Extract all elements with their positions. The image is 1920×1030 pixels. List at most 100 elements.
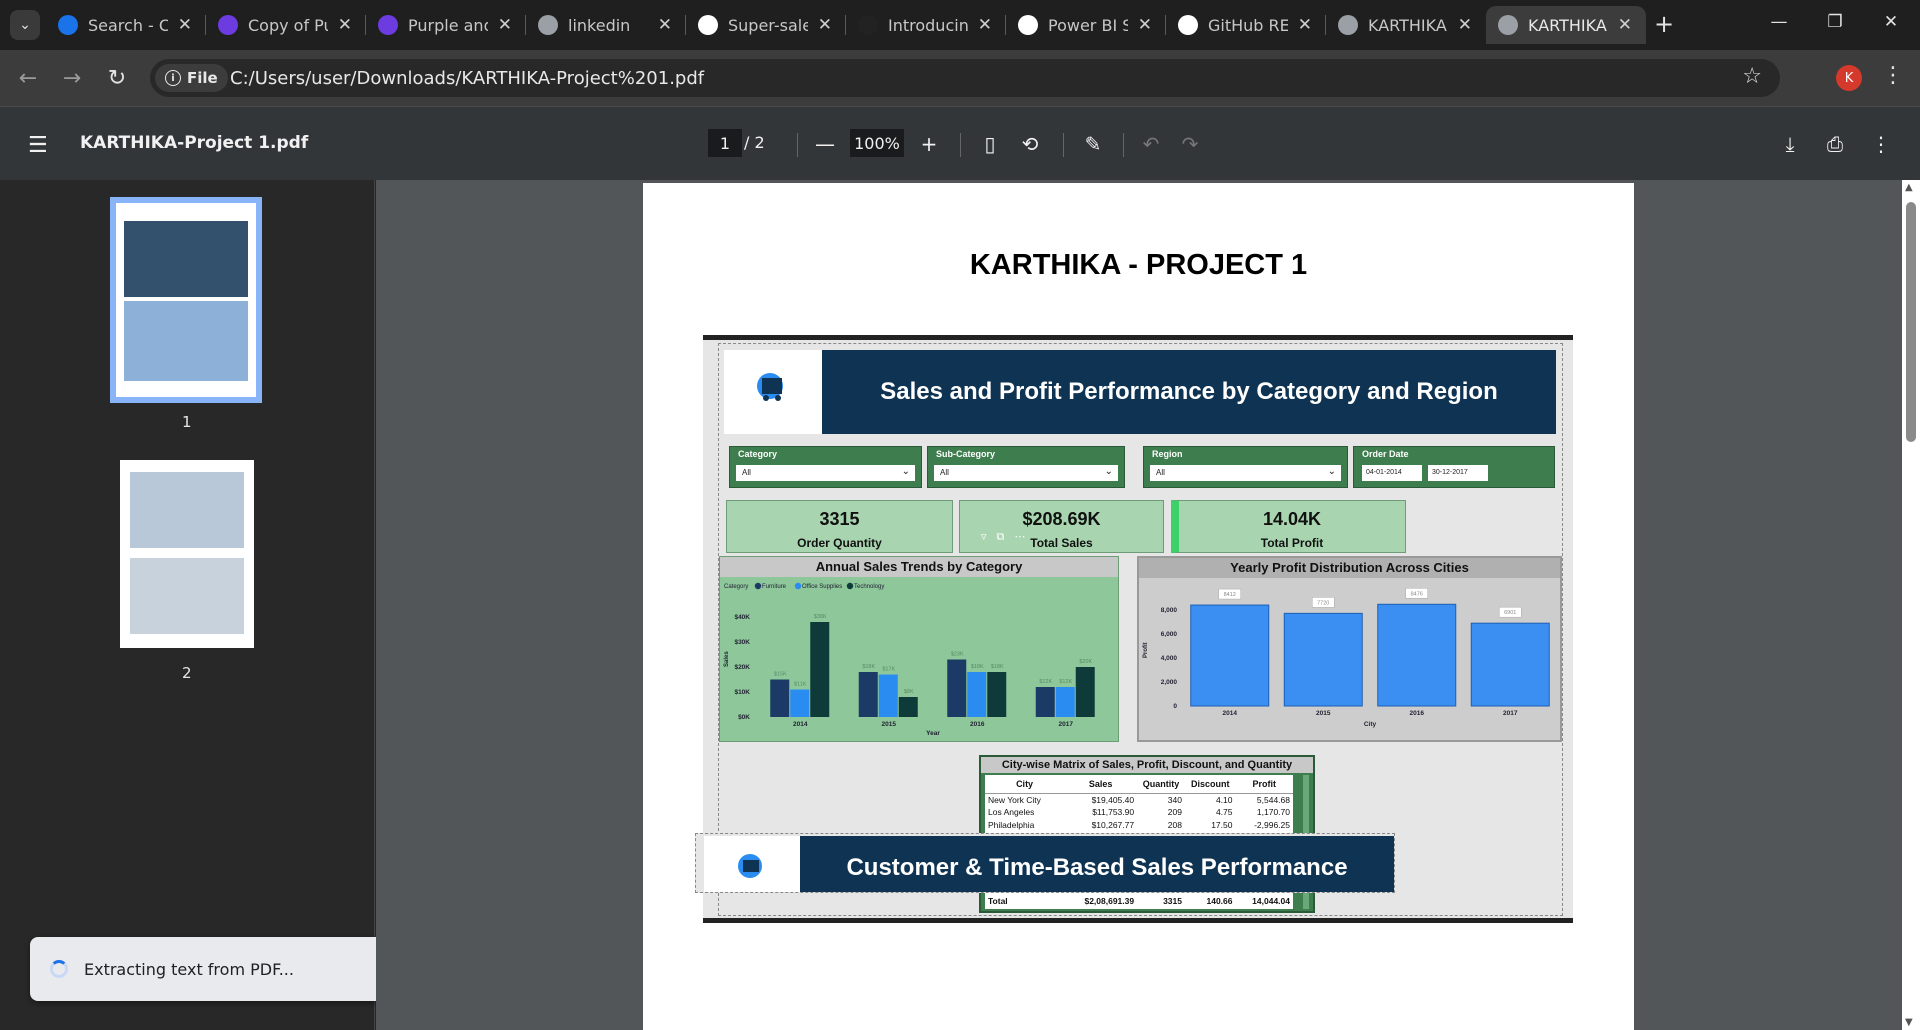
tab-6[interactable]: Power BI S ✕ bbox=[1006, 6, 1166, 44]
print-icon: ⎙ bbox=[1827, 132, 1843, 156]
tab-9[interactable]: KARTHIKA ✕ bbox=[1486, 6, 1646, 44]
rotate-button[interactable]: ⟲ bbox=[1015, 129, 1045, 159]
table-cell: New York City bbox=[988, 795, 1041, 806]
back-button[interactable]: ← bbox=[12, 62, 44, 94]
viewer-scrollbar[interactable]: ▲ ▼ bbox=[1902, 180, 1920, 1030]
tab-4[interactable]: Super-sale ✕ bbox=[686, 6, 846, 44]
scroll-down-icon[interactable]: ▼ bbox=[1905, 1017, 1913, 1028]
dashboard-header: Sales and Profit Performance by Category… bbox=[822, 350, 1556, 434]
tab-title: Power BI S bbox=[1048, 15, 1128, 35]
tab-8[interactable]: KARTHIKA ✕ bbox=[1326, 6, 1486, 44]
close-tab-icon[interactable]: ✕ bbox=[1298, 15, 1312, 35]
table-cell: $11,753.90 bbox=[1092, 807, 1135, 818]
y-tick-label: $30K bbox=[734, 639, 750, 646]
globe-icon bbox=[1338, 15, 1358, 35]
slicer-dropdown[interactable]: All ⌄ bbox=[934, 465, 1118, 481]
more-actions-button[interactable]: ⋮ bbox=[1866, 129, 1896, 159]
tab-0[interactable]: Search - C ✕ bbox=[46, 6, 206, 44]
column-header[interactable]: City bbox=[985, 775, 1065, 795]
address-bar[interactable]: i File C:/Users/user/Downloads/KARTHIKA-P… bbox=[150, 59, 1780, 97]
slicer-sub-category[interactable]: Sub-Category All ⌄ bbox=[927, 446, 1125, 488]
close-tab-icon[interactable]: ✕ bbox=[338, 15, 352, 35]
column-header[interactable]: Discount bbox=[1184, 775, 1236, 795]
fit-page-button[interactable]: ▯ bbox=[975, 129, 1005, 159]
data-label: $15K bbox=[774, 672, 787, 678]
tab-1[interactable]: Copy of Pu ✕ bbox=[206, 6, 366, 44]
slicer-dropdown[interactable]: All ⌄ bbox=[1150, 465, 1341, 481]
slicer-dropdown[interactable]: All ⌄ bbox=[736, 465, 915, 481]
sidebar-menu-icon[interactable]: ☰ bbox=[28, 133, 48, 158]
pdf-page: KARTHIKA - PROJECT 1 Sales and Profit Pe… bbox=[643, 183, 1634, 1030]
slicer-label: Order Date bbox=[1362, 449, 1409, 459]
new-tab-button[interactable]: + bbox=[1649, 8, 1679, 40]
table-cell: 4.75 bbox=[1215, 807, 1233, 818]
print-button[interactable]: ⎙ bbox=[1820, 129, 1850, 159]
table-cell: Total bbox=[985, 891, 1065, 909]
scroll-up-icon[interactable]: ▲ bbox=[1905, 182, 1913, 193]
data-label: 7720 bbox=[1317, 600, 1329, 606]
scroll-thumb[interactable] bbox=[1906, 202, 1916, 442]
tab-7[interactable]: GitHub RE ✕ bbox=[1166, 6, 1326, 44]
legend-label: Furniture bbox=[762, 584, 787, 590]
date-to-input[interactable]: 30-12-2017 bbox=[1428, 465, 1488, 481]
close-tab-icon[interactable]: ✕ bbox=[1618, 15, 1632, 35]
tab-3[interactable]: linkedin ✕ bbox=[526, 6, 686, 44]
slicer-category[interactable]: Category All ⌄ bbox=[729, 446, 922, 488]
data-label: $17K bbox=[882, 667, 895, 673]
close-tab-icon[interactable]: ✕ bbox=[178, 15, 192, 35]
column-header[interactable]: Quantity bbox=[1137, 775, 1185, 795]
close-tab-icon[interactable]: ✕ bbox=[1458, 15, 1472, 35]
slicer-region[interactable]: Region All ⌄ bbox=[1143, 446, 1348, 488]
page-number-input[interactable]: 1 bbox=[708, 129, 742, 157]
url-text[interactable]: C:/Users/user/Downloads/KARTHIKA-Project… bbox=[230, 68, 704, 89]
browser-menu-icon[interactable]: ⋮ bbox=[1882, 63, 1904, 88]
column-header[interactable]: Profit bbox=[1235, 775, 1293, 795]
close-tab-icon[interactable]: ✕ bbox=[818, 15, 832, 35]
close-window-button[interactable]: ✕ bbox=[1863, 0, 1919, 44]
slicer-value: All bbox=[940, 468, 949, 477]
page-thumbnail-1[interactable] bbox=[110, 197, 262, 403]
page-thumbnail-2[interactable] bbox=[120, 460, 254, 648]
tab-2[interactable]: Purple and ✕ bbox=[366, 6, 526, 44]
y-tick-label: $40K bbox=[734, 614, 750, 621]
profile-avatar[interactable]: K bbox=[1836, 65, 1862, 91]
legend-title: Category bbox=[724, 584, 748, 590]
filter-icon[interactable]: ▿ bbox=[981, 530, 987, 544]
chevron-down-icon: ⌄ bbox=[1104, 466, 1113, 477]
close-tab-icon[interactable]: ✕ bbox=[498, 15, 512, 35]
download-button[interactable]: ⤓ bbox=[1775, 129, 1805, 159]
forward-button[interactable]: → bbox=[56, 62, 88, 94]
zoom-level-input[interactable]: 100% bbox=[850, 129, 904, 157]
more-options-icon[interactable]: ⋯ bbox=[1014, 530, 1025, 544]
reload-button[interactable]: ↻ bbox=[101, 62, 133, 94]
date-from-input[interactable]: 04-01-2014 bbox=[1362, 465, 1422, 481]
pdf-viewer[interactable]: KARTHIKA - PROJECT 1 Sales and Profit Pe… bbox=[376, 180, 1920, 1030]
canva-icon bbox=[218, 15, 238, 35]
redo-button[interactable]: ↷ bbox=[1175, 129, 1205, 159]
slicer-order-date[interactable]: Order Date 04-01-2014 30-12-2017 bbox=[1353, 446, 1555, 488]
site-info-chip[interactable]: i File bbox=[155, 64, 228, 92]
kpi-label: Total Profit bbox=[1260, 536, 1324, 550]
close-tab-icon[interactable]: ✕ bbox=[658, 15, 672, 35]
minimize-button[interactable]: — bbox=[1751, 0, 1807, 44]
restore-button[interactable]: ❐ bbox=[1807, 0, 1863, 44]
document-title: KARTHIKA - PROJECT 1 bbox=[969, 249, 1308, 281]
zoom-in-button[interactable]: + bbox=[914, 129, 944, 159]
kpi-card-total-profit: 14.04K Total Profit bbox=[1171, 500, 1406, 553]
focus-mode-icon[interactable]: ⧉ bbox=[997, 530, 1005, 544]
undo-button[interactable]: ↶ bbox=[1136, 129, 1166, 159]
annotate-button[interactable]: ✎ bbox=[1078, 129, 1108, 159]
kpi-value: 3315 bbox=[819, 509, 860, 529]
canva-icon bbox=[378, 15, 398, 35]
table-cell: 3315 bbox=[1137, 891, 1185, 909]
column-header[interactable]: Sales bbox=[1064, 775, 1138, 795]
divider bbox=[797, 133, 798, 157]
close-tab-icon[interactable]: ✕ bbox=[1138, 15, 1152, 35]
close-tab-icon[interactable]: ✕ bbox=[978, 15, 992, 35]
x-tick-label: 2017 bbox=[1059, 721, 1074, 728]
tab-5[interactable]: Introducin ✕ bbox=[846, 6, 1006, 44]
bookmark-star-icon[interactable]: ☆ bbox=[1742, 64, 1762, 89]
tab-search-button[interactable]: ⌄ bbox=[10, 10, 40, 40]
zoom-out-button[interactable]: — bbox=[810, 129, 840, 159]
kpi-card-total-sales: $208.69K Total Sales bbox=[959, 500, 1164, 553]
